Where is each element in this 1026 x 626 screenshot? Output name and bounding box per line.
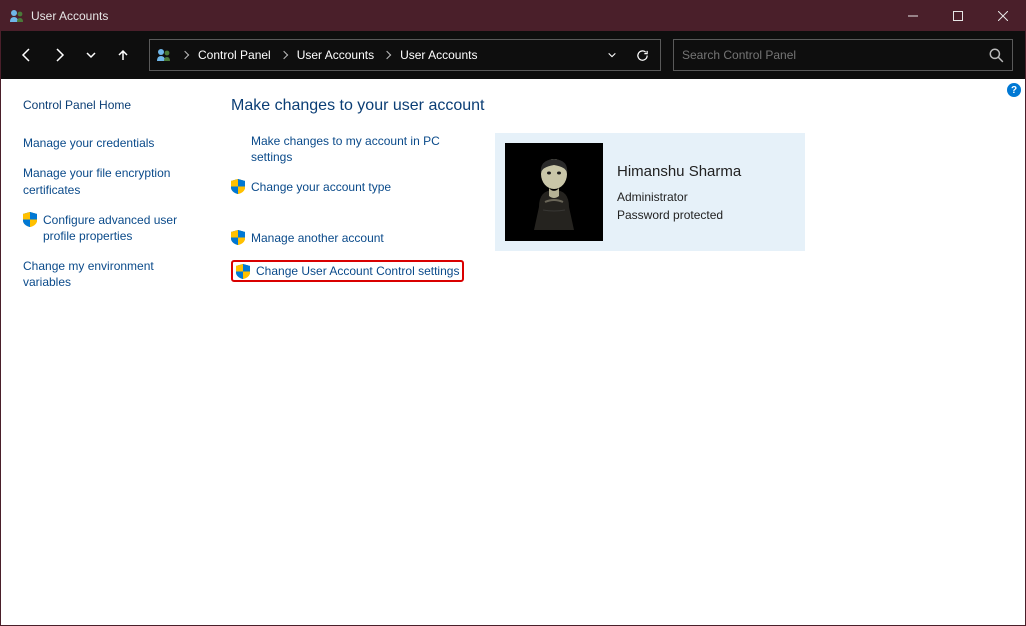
back-button[interactable] (13, 39, 41, 71)
window-title: User Accounts (31, 9, 108, 23)
shield-icon (231, 230, 245, 244)
toolbar: Control Panel User Accounts User Account… (1, 31, 1025, 79)
sidebar-env-variables[interactable]: Change my environment variables (23, 258, 201, 290)
sidebar-manage-credentials[interactable]: Manage your credentials (23, 135, 201, 151)
account-info: Himanshu Sharma Administrator Password p… (617, 143, 741, 241)
sidebar-file-encryption[interactable]: Manage your file encryption certificates (23, 165, 201, 197)
breadcrumb-level1[interactable]: User Accounts (297, 48, 374, 62)
control-panel-home-link[interactable]: Control Panel Home (23, 97, 201, 113)
chevron-right-icon (279, 51, 287, 59)
refresh-button[interactable] (630, 43, 654, 67)
highlighted-uac-link: Change User Account Control settings (231, 260, 464, 282)
link-pc-settings[interactable]: Make changes to my account in PC setting… (231, 133, 471, 165)
sidebar: Control Panel Home Manage your credentia… (1, 79, 211, 625)
forward-button[interactable] (45, 39, 73, 71)
account-card: Himanshu Sharma Administrator Password p… (495, 133, 805, 251)
maximize-button[interactable] (935, 1, 980, 31)
minimize-button[interactable] (890, 1, 935, 31)
chevron-right-icon (383, 51, 391, 59)
address-dropdown-button[interactable] (600, 43, 624, 67)
page-heading: Make changes to your user account (231, 97, 1005, 115)
recent-locations-button[interactable] (77, 39, 105, 71)
breadcrumb-root[interactable]: Control Panel (198, 48, 271, 62)
search-input[interactable] (682, 48, 988, 62)
account-actions: Make changes to my account in PC setting… (231, 133, 471, 282)
link-manage-another-account[interactable]: Manage another account (251, 230, 384, 246)
account-name: Himanshu Sharma (617, 163, 741, 180)
content-area: ? Control Panel Home Manage your credent… (1, 79, 1025, 625)
breadcrumb-level2[interactable]: User Accounts (400, 48, 477, 62)
main-panel: Make changes to your user account Make c… (211, 79, 1025, 625)
shield-icon (23, 212, 37, 226)
search-icon[interactable] (988, 47, 1004, 63)
avatar (505, 143, 603, 241)
account-role: Administrator (617, 190, 741, 204)
close-button[interactable] (980, 1, 1025, 31)
shield-icon (231, 179, 245, 193)
app-icon (9, 8, 25, 24)
link-change-account-type[interactable]: Change your account type (251, 179, 391, 195)
user-accounts-window: User Accounts Control Pa (0, 0, 1026, 626)
chevron-right-icon (181, 51, 189, 59)
account-password-status: Password protected (617, 208, 741, 222)
search-box[interactable] (673, 39, 1013, 71)
up-button[interactable] (109, 39, 137, 71)
link-change-uac-settings[interactable]: Change User Account Control settings (256, 263, 459, 279)
shield-icon (236, 264, 250, 278)
titlebar: User Accounts (1, 1, 1025, 31)
address-bar[interactable]: Control Panel User Accounts User Account… (149, 39, 661, 71)
sidebar-advanced-profile[interactable]: Configure advanced user profile properti… (43, 212, 201, 244)
address-icon (156, 47, 172, 63)
